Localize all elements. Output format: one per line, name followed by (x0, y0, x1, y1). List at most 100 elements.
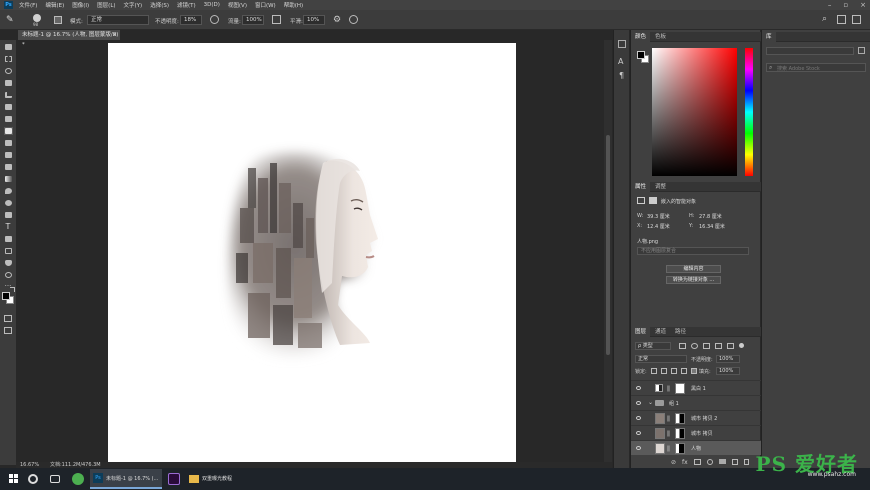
close-icon[interactable]: × (860, 1, 866, 9)
layer-filter-icons[interactable] (679, 343, 749, 350)
color-panel-foreground-swatch[interactable] (637, 51, 645, 59)
clone-stamp-tool-icon[interactable] (4, 139, 13, 147)
history-brush-tool-icon[interactable] (4, 151, 13, 159)
layer-name[interactable]: 黑白 1 (691, 385, 706, 392)
search-circle-icon[interactable] (28, 474, 38, 484)
menu-view[interactable]: 视图(V) (228, 1, 247, 9)
close-tab-icon[interactable]: × (112, 30, 117, 40)
new-adjustment-icon[interactable] (706, 459, 713, 465)
lasso-tool-icon[interactable] (4, 67, 13, 75)
layer-name[interactable]: 城市 拷贝 2 (691, 415, 717, 422)
visibility-eye-icon[interactable] (636, 431, 641, 435)
taskbar-folder-task[interactable]: 双重曝光教程 (186, 469, 238, 489)
tab-properties[interactable]: 属性 (631, 182, 651, 192)
smart-object-thumbnail[interactable] (655, 428, 665, 439)
menu-file[interactable]: 文件(F) (19, 1, 37, 9)
opacity-input[interactable]: 18% (180, 15, 202, 25)
360-browser-icon[interactable] (72, 473, 84, 485)
type-tool-icon[interactable]: T (4, 223, 13, 231)
new-group-icon[interactable] (718, 459, 726, 464)
disclosure-chevron-down-icon[interactable]: ⌄ (648, 399, 653, 406)
convert-to-linked-button[interactable]: 转换为链接对象 ... (666, 276, 721, 284)
workspace-switcher-icon[interactable] (837, 15, 846, 24)
windows-start-icon[interactable] (8, 473, 20, 485)
visibility-eye-icon[interactable] (636, 416, 641, 420)
color-picker-field[interactable] (652, 48, 737, 176)
search-icon[interactable]: ⌕ (822, 14, 827, 24)
quick-mask-icon[interactable] (4, 315, 12, 322)
library-select[interactable] (766, 47, 854, 55)
scrollbar-thumb[interactable] (606, 135, 610, 355)
layer-name[interactable]: 城市 拷贝 (691, 430, 713, 437)
tab-layers[interactable]: 图层 (631, 327, 651, 337)
layer-row-city-copy-2[interactable]: ǁ 城市 拷贝 2 (631, 410, 761, 425)
layer-row-person[interactable]: ǁ 人物 (631, 440, 761, 455)
menu-3d[interactable]: 3D(D) (204, 2, 220, 8)
layer-mask-thumbnail[interactable] (675, 443, 685, 454)
airbrush-icon[interactable] (272, 15, 281, 24)
foreground-color-swatch[interactable] (2, 292, 10, 300)
layer-mask-thumbnail[interactable] (675, 383, 685, 394)
task-view-icon[interactable] (50, 475, 60, 483)
menu-select[interactable]: 选择(S) (150, 1, 169, 9)
y-value[interactable]: 16.34 厘米 (699, 223, 725, 230)
x-value[interactable]: 12.4 厘米 (647, 223, 670, 230)
menu-type[interactable]: 文字(Y) (124, 1, 143, 9)
trash-icon[interactable] (743, 459, 749, 465)
fx-icon[interactable]: fx (682, 459, 688, 466)
menu-filter[interactable]: 滤镜(T) (177, 1, 196, 9)
layer-comp-select[interactable]: 不应用图层复合 (637, 247, 749, 255)
lock-icons[interactable] (651, 368, 697, 374)
zoom-tool-icon[interactable] (4, 271, 13, 279)
mode-select[interactable]: 正常 (87, 15, 149, 25)
smoothing-input[interactable]: 10% (303, 15, 325, 25)
chain-link-icon[interactable]: ǁ (667, 385, 670, 392)
chain-link-icon[interactable]: ǁ (667, 445, 670, 452)
blend-mode-select[interactable]: 正常 (635, 355, 687, 363)
edit-contents-button[interactable]: 编辑内容 (666, 265, 721, 273)
photoshop-logo-icon[interactable]: Ps (4, 1, 13, 9)
premiere-icon[interactable] (168, 473, 180, 485)
chain-link-icon[interactable]: ǁ (667, 430, 670, 437)
tab-color[interactable]: 颜色 (631, 32, 651, 42)
menu-layer[interactable]: 图层(L) (97, 1, 115, 9)
layer-row-city-copy[interactable]: ǁ 城市 拷贝 (631, 425, 761, 440)
width-value[interactable]: 39.3 厘米 (647, 213, 670, 220)
character-panel-icon[interactable]: A (618, 57, 623, 66)
document-canvas[interactable] (108, 43, 516, 463)
menu-image[interactable]: 图像(I) (72, 1, 89, 9)
smart-object-thumbnail[interactable] (655, 413, 665, 424)
crop-tool-icon[interactable] (4, 91, 13, 99)
tab-paths[interactable]: 路径 (671, 327, 690, 337)
eraser-tool-icon[interactable] (4, 163, 13, 171)
layer-name[interactable]: 组 1 (669, 400, 679, 407)
eyedropper-tool-icon[interactable] (4, 103, 13, 111)
link-layers-icon[interactable]: ⊘ (671, 459, 676, 466)
menu-window[interactable]: 窗口(W) (255, 1, 276, 9)
pressure-opacity-icon[interactable] (210, 15, 219, 24)
healing-brush-tool-icon[interactable] (4, 115, 13, 123)
visibility-eye-icon[interactable] (636, 446, 641, 450)
chain-link-icon[interactable]: ǁ (667, 415, 670, 422)
new-layer-icon[interactable] (731, 459, 738, 465)
fill-input[interactable]: 100% (716, 367, 740, 375)
visibility-eye-icon[interactable] (636, 401, 641, 405)
taskbar-photoshop-task[interactable]: Ps 未标题-1 @ 16.7% (... (90, 469, 162, 489)
stock-search-input[interactable]: ⌕ 搜索 Adobe Stock (766, 63, 866, 72)
maximize-icon[interactable]: ▫ (843, 1, 848, 9)
hand-tool-icon[interactable] (4, 259, 13, 267)
layer-row-group[interactable]: ⌄ 组 1 (631, 395, 761, 410)
pressure-size-icon[interactable] (349, 15, 358, 24)
canvas-vertical-scrollbar[interactable] (604, 40, 612, 463)
tab-swatches[interactable]: 色板 (651, 32, 670, 42)
layer-opacity-input[interactable]: 100% (716, 355, 740, 363)
tab-adjustments[interactable]: 调整 (651, 182, 670, 192)
screen-mode-icon[interactable] (4, 327, 12, 334)
layer-mask-thumbnail[interactable] (675, 428, 685, 439)
add-mask-icon[interactable] (693, 459, 701, 465)
rectangle-tool-icon[interactable] (4, 247, 13, 255)
menu-help[interactable]: 帮助(H) (284, 1, 303, 9)
pen-tool-icon[interactable] (4, 211, 13, 219)
blur-tool-icon[interactable] (4, 187, 13, 195)
layer-filter-kind-select[interactable]: ρ 类型 (635, 342, 671, 350)
